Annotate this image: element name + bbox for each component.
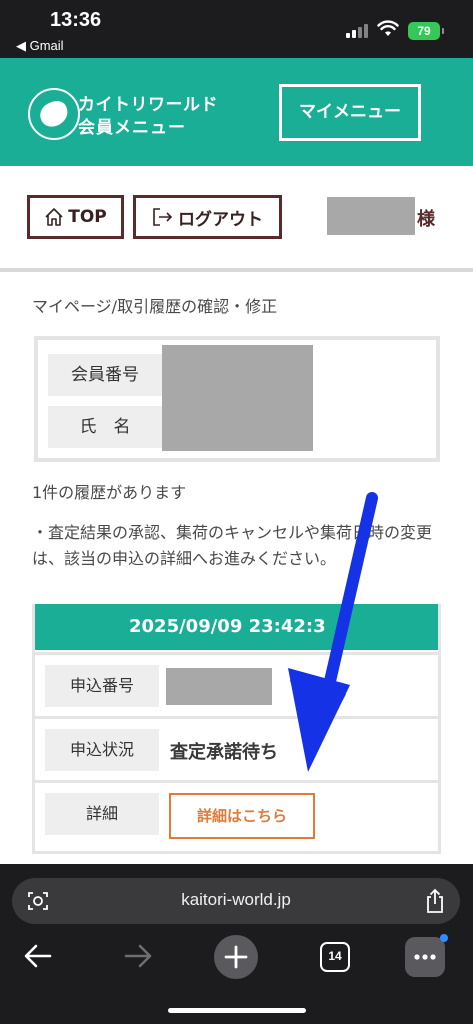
home-indicator (168, 1008, 306, 1013)
history-datetime: 2025/09/09 23:42:3 (35, 604, 438, 650)
application-status-row: 申込状況 査定承諾待ち (35, 716, 438, 778)
battery-icon: 79 (408, 22, 444, 40)
address-bar[interactable]: kaitori-world.jp (12, 878, 460, 924)
site-header: カイトリワールド 会員メニュー マイメニュー (0, 58, 473, 166)
my-menu-button[interactable]: マイメニュー (279, 84, 421, 141)
detail-label: 詳細 (45, 793, 159, 835)
logout-button-label: ログアウト (178, 209, 263, 230)
globe-logo-icon (28, 88, 80, 140)
back-arrow-icon[interactable] (22, 940, 54, 972)
member-number-label: 会員番号 (48, 354, 162, 396)
top-button[interactable]: TOP (27, 195, 124, 239)
new-tab-button[interactable] (214, 935, 258, 979)
member-name-label: 氏 名 (48, 406, 162, 448)
back-to-app-link[interactable]: ◀ Gmail (16, 38, 64, 54)
logout-icon (153, 208, 173, 226)
history-count: 1件の履歴があります (32, 483, 187, 502)
tab-count-button[interactable]: 14 (320, 942, 350, 972)
application-status-value: 査定承諾待ち (170, 742, 278, 763)
status-bar: 13:36 ◀ Gmail 79 (0, 0, 473, 58)
application-status-label: 申込状況 (45, 729, 159, 771)
logout-button[interactable]: ログアウト (133, 195, 282, 239)
more-dots-icon (414, 954, 436, 960)
detail-button[interactable]: 詳細はこちら (169, 793, 315, 839)
forward-arrow-icon[interactable] (122, 940, 154, 972)
redacted-member-info (162, 345, 313, 451)
notice-text: ・査定結果の承認、集荷のキャンセルや集荷日時の変更は、該当の申込の詳細へお進みく… (32, 523, 433, 568)
application-number-label: 申込番号 (45, 665, 159, 707)
cellular-signal-icon (346, 24, 368, 38)
logo-subtitle: 会員メニュー (78, 118, 186, 138)
share-icon[interactable] (424, 888, 446, 914)
browser-toolbar: kaitori-world.jp 14 (0, 864, 473, 1024)
notification-dot (440, 934, 448, 942)
redacted-user-name (327, 197, 415, 235)
home-icon (45, 208, 63, 226)
redacted-application-number (166, 668, 272, 705)
top-button-label: TOP (68, 207, 107, 227)
url-text: kaitori-world.jp (181, 890, 291, 909)
more-menu-button[interactable] (405, 934, 448, 977)
detail-row: 詳細 詳細はこちら (35, 780, 438, 842)
application-number-row: 申込番号 (35, 652, 438, 714)
breadcrumb: マイページ/取引履歴の確認・修正 (32, 297, 278, 316)
status-time: 13:36 (50, 9, 102, 31)
history-card: 2025/09/09 23:42:3 申込番号 申込状況 査定承諾待ち 詳細 詳… (32, 604, 441, 854)
header-divider (0, 268, 473, 272)
wifi-icon (377, 20, 399, 36)
name-honorific: 様 (417, 209, 435, 230)
logo-title: カイトリワールド (78, 95, 218, 115)
plus-icon (224, 945, 248, 969)
member-info-table: 会員番号 氏 名 (34, 336, 440, 462)
